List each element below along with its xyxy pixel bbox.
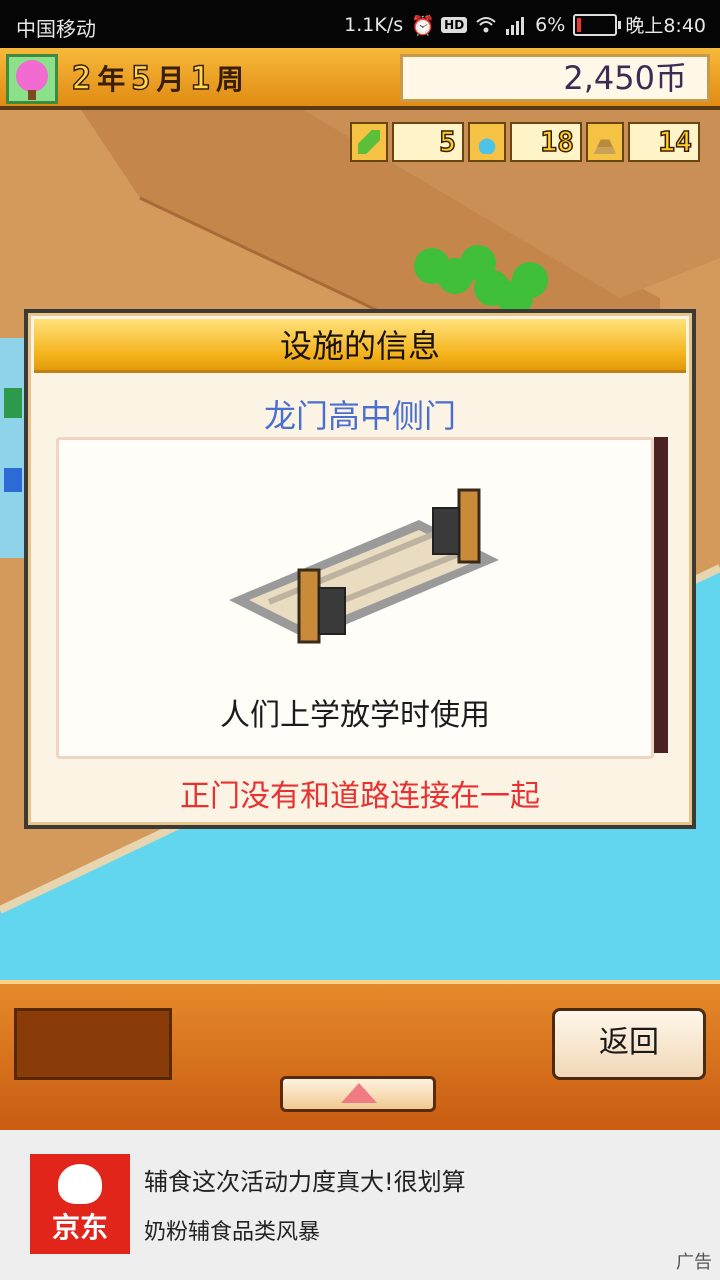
back-button[interactable]: 返回 [552, 1008, 706, 1080]
wifi-icon [475, 14, 497, 36]
signal-icon [505, 14, 527, 36]
week-value: 1 [190, 58, 211, 98]
jd-dog-icon [58, 1164, 102, 1204]
carrier-label: 中国移动 [16, 17, 96, 41]
month-unit: 月 [156, 63, 185, 96]
week-unit: 周 [215, 63, 244, 96]
status-right: 1.1K/s ⏰ HD 6% 晚上8:40 [344, 11, 706, 38]
ad-title: 辅食这次活动力度真大!很划算 [144, 1168, 466, 1196]
resource-bar: 5 18 14 [350, 120, 720, 164]
pyramid-icon [586, 122, 624, 162]
jd-logo: 京东 [30, 1154, 130, 1254]
facility-info-dialog: 设施的信息 龙门高中侧门 人们上学放学时使用 正门没有和道路连接在一起 [24, 309, 696, 829]
expand-up-button[interactable] [280, 1076, 436, 1112]
culture-points: 14 [628, 122, 700, 162]
flask-icon [468, 122, 506, 162]
research-points: 5 [392, 122, 464, 162]
clock: 晚上8:40 [625, 15, 706, 37]
year-value: 2 [71, 58, 92, 98]
battery-percent: 6% [535, 13, 566, 36]
net-speed: 1.1K/s [344, 13, 404, 36]
dialog-title: 设施的信息 [34, 319, 686, 373]
alarm-icon: ⏰ [411, 14, 435, 37]
facility-info-panel[interactable]: 人们上学放学时使用 [56, 437, 654, 759]
ad-banner[interactable]: 京东 辅食这次活动力度真大!很划算 奶粉辅食品类风暴 广告 [0, 1130, 720, 1280]
science-points: 18 [510, 122, 582, 162]
game-map[interactable]: 2 年 5 月 1 周 2,450币 5 18 14 设施的信息 龙门高中侧门 [0, 48, 720, 980]
month-value: 5 [131, 58, 152, 98]
facility-name: 龙门高中侧门 [263, 397, 456, 435]
empty-slot [14, 1008, 172, 1080]
hd-icon: HD [441, 16, 468, 33]
side-gate-image [229, 488, 499, 644]
pencil-icon [350, 122, 388, 162]
year-unit: 年 [97, 63, 126, 96]
ad-tag: 广告 [676, 1252, 712, 1273]
battery-icon [573, 13, 622, 36]
status-bar: 中国移动 1.1K/s ⏰ HD 6% 晚上8:40 [0, 0, 720, 48]
money-display: 2,450币 [400, 54, 710, 102]
warning-message: 正门没有和道路连接在一起 [180, 779, 540, 814]
ad-brand: 京东 [51, 1211, 108, 1244]
scrollbar[interactable] [654, 437, 668, 753]
ad-subtitle: 奶粉辅食品类风暴 [144, 1220, 321, 1245]
bottom-panel: 返回 [0, 980, 720, 1130]
school-tree-icon[interactable] [6, 54, 58, 104]
top-hud: 2 年 5 月 1 周 2,450币 [0, 48, 720, 110]
facility-description: 人们上学放学时使用 [220, 698, 490, 733]
up-arrow-icon [341, 1083, 377, 1103]
game-date: 2 年 5 月 1 周 [71, 58, 244, 98]
